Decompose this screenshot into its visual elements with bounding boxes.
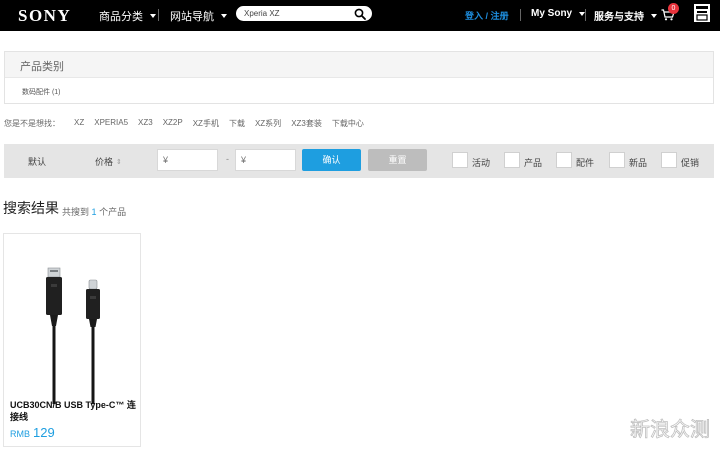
support-label: 服务与支持: [594, 12, 644, 23]
suggest-keyword[interactable]: XPERIA5: [94, 118, 128, 129]
price-range-dash: -: [226, 154, 229, 164]
sort-price-label: 价格: [95, 157, 114, 167]
confirm-button[interactable]: 确认: [302, 149, 361, 171]
nav-label: 商品分类: [99, 11, 143, 23]
chevron-down-icon: [651, 13, 657, 18]
product-image[interactable]: [40, 264, 110, 404]
top-nav-bar: SONY 商品分类 网站导航 登入 / 注册 My Sony 服务与支持 0: [0, 0, 720, 31]
suggest-lead: 您是不是想找：: [4, 119, 60, 128]
suggest-keyword[interactable]: 下载: [229, 118, 245, 129]
search-input[interactable]: [244, 7, 344, 20]
category-panel: 产品类别 数码配件 (1): [4, 51, 714, 104]
store-icon[interactable]: [694, 4, 710, 22]
sort-default[interactable]: 默认: [28, 155, 46, 168]
product-price: RMB 129: [10, 425, 55, 440]
checkbox-label: 配件: [576, 158, 595, 168]
search-box[interactable]: [236, 6, 372, 21]
chevron-down-icon: [221, 14, 227, 18]
suggest-keyword[interactable]: XZ3: [138, 118, 153, 129]
suggest-keyword[interactable]: 下载中心: [332, 118, 364, 129]
price-max-input[interactable]: [235, 149, 296, 171]
results-count-prefix: 共搜到: [62, 207, 90, 217]
divider: [585, 9, 586, 21]
price-currency: RMB: [10, 429, 30, 439]
nav-product-categories[interactable]: 商品分类: [99, 8, 156, 24]
divider: [158, 9, 159, 21]
chevron-down-icon: [150, 14, 156, 18]
checkbox-accessory[interactable]: [556, 152, 572, 168]
watermark-text: 新浪众测: [630, 417, 710, 441]
suggest-keyword[interactable]: XZ3套装: [291, 118, 322, 129]
checkbox-label: 促销: [681, 158, 700, 168]
checkbox-label: 新品: [629, 158, 648, 168]
sony-logo[interactable]: SONY: [18, 6, 71, 26]
category-title: 产品类别: [20, 61, 64, 73]
checkbox-activity[interactable]: [452, 152, 468, 168]
price-min-input[interactable]: [157, 149, 218, 171]
register-link[interactable]: 注册: [491, 11, 509, 21]
login-link[interactable]: 登入: [465, 11, 483, 21]
sort-icon: ⇕: [116, 158, 122, 166]
nav-site-navigation[interactable]: 网站导航: [170, 8, 227, 24]
reset-button[interactable]: 重置: [368, 149, 427, 171]
my-sony-menu[interactable]: My Sony: [531, 8, 586, 19]
checkbox-promotion[interactable]: [661, 152, 677, 168]
search-icon[interactable]: [354, 8, 366, 20]
watermark-logo: 新浪众测: [630, 417, 711, 442]
suggest-keyword[interactable]: XZ系列: [255, 118, 281, 129]
checkbox-label: 活动: [472, 158, 491, 168]
results-count: 共搜到 1 个产品: [62, 205, 126, 218]
suggested-keywords: 您是不是想找： XZ XPERIA5 XZ3 XZ2P XZ手机 下载 XZ系列…: [4, 118, 364, 129]
auth-separator: /: [485, 11, 489, 21]
suggest-keyword[interactable]: XZ: [74, 118, 84, 129]
product-card[interactable]: UCB30CN/B USB Type-C™ 连接线 RMB 129: [3, 233, 141, 447]
cart-count-badge: 0: [668, 3, 679, 14]
category-item-accessories[interactable]: 数码配件 (1): [22, 87, 61, 97]
filter-bar: 默认 价格 ⇕ - 确认 重置 活动 产品 配件 新品 促销: [4, 144, 714, 178]
checkbox-label: 产品: [524, 158, 543, 168]
results-title: 搜索结果: [3, 200, 59, 216]
my-sony-label: My Sony: [531, 8, 573, 19]
auth-links: 登入 / 注册: [465, 9, 509, 22]
price-value: 129: [33, 425, 55, 440]
support-menu[interactable]: 服务与支持: [594, 8, 657, 23]
sort-price[interactable]: 价格 ⇕: [95, 155, 122, 168]
category-header: 产品类别: [5, 52, 713, 78]
suggest-keyword[interactable]: XZ2P: [163, 118, 183, 129]
checkbox-product[interactable]: [504, 152, 520, 168]
checkbox-new[interactable]: [609, 152, 625, 168]
nav-label: 网站导航: [170, 11, 214, 23]
product-name[interactable]: UCB30CN/B USB Type-C™ 连接线: [10, 399, 138, 423]
results-count-number: 1: [91, 207, 97, 217]
divider: [520, 9, 521, 21]
results-count-suffix: 个产品: [99, 207, 127, 217]
suggest-keyword[interactable]: XZ手机: [193, 118, 219, 129]
